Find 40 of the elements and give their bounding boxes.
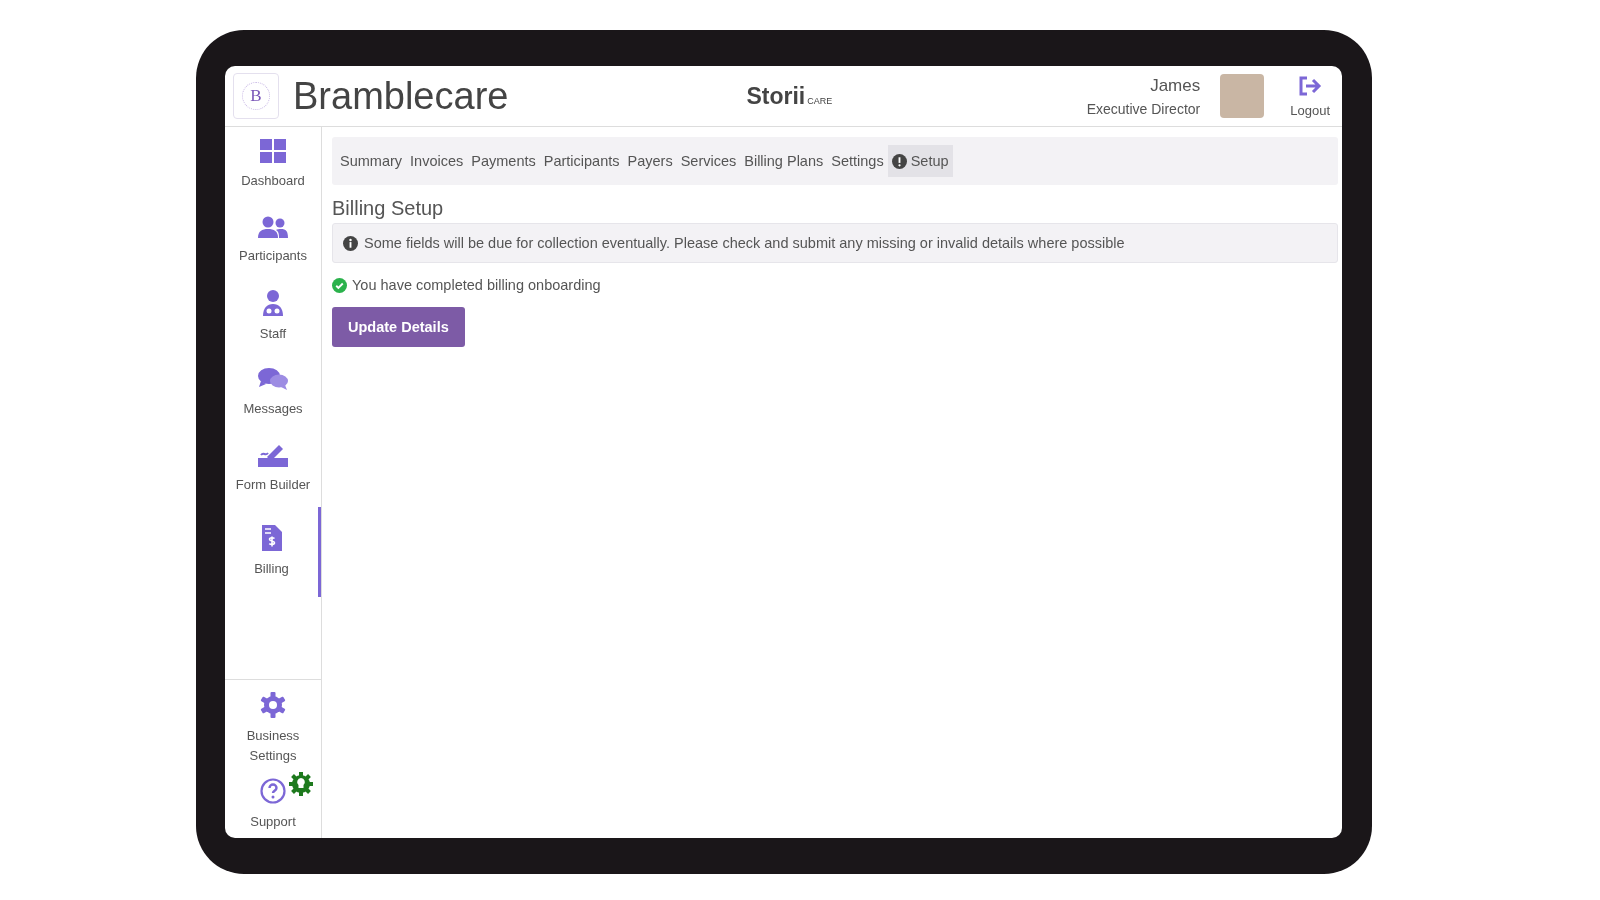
sidebar-item[interactable]: Messages xyxy=(225,355,321,431)
sidebar-item[interactable]: Business Settings xyxy=(225,686,321,772)
sidebar-item[interactable]: Staff xyxy=(225,279,321,355)
tab[interactable]: Services xyxy=(676,145,741,177)
grid-icon xyxy=(260,139,286,163)
tab[interactable]: Settings xyxy=(827,145,888,177)
update-details-button[interactable]: Update Details xyxy=(332,307,465,347)
pen-signature-icon xyxy=(257,443,289,467)
notice-text: Some fields will be due for collection eventually. Please check and submit any missing or invalid details where possible xyxy=(364,235,1125,251)
invoice-dollar-icon xyxy=(261,525,282,551)
brand-name: Storii xyxy=(746,82,806,110)
chat-bubbles-icon xyxy=(258,367,288,391)
tab[interactable]: Summary xyxy=(336,145,407,177)
info-icon xyxy=(343,235,358,251)
tab[interactable]: Participants xyxy=(539,145,624,177)
status-message: You have completed billing onboarding xyxy=(352,277,601,293)
lightbulb-gear-icon[interactable] xyxy=(289,772,313,796)
tab[interactable]: Billing Plans xyxy=(740,145,828,177)
alert-icon xyxy=(891,153,907,169)
help-icon xyxy=(260,778,286,804)
user-role: Executive Director xyxy=(1086,100,1201,117)
check-circle-icon xyxy=(332,277,347,293)
logout-icon xyxy=(1297,74,1324,97)
sidebar-item[interactable]: Billing xyxy=(225,507,321,597)
page-title: Billing Setup xyxy=(332,197,445,220)
tab[interactable]: Setup xyxy=(887,145,953,177)
sidebar-item[interactable]: Support xyxy=(225,772,321,838)
brand-suffix: CARE xyxy=(807,95,833,106)
tab[interactable]: Payments xyxy=(467,145,540,177)
logout-button[interactable]: Logout xyxy=(1286,74,1334,118)
people-icon xyxy=(258,216,288,238)
user-name: James xyxy=(1150,75,1201,96)
sidebar-item[interactable]: Form Builder xyxy=(225,431,321,507)
organization-name: Bramblecare xyxy=(293,74,509,118)
sidebar-item[interactable]: Dashboard xyxy=(225,127,321,203)
sidebar-item[interactable]: Participants xyxy=(225,203,321,279)
tab[interactable]: Payers xyxy=(623,145,677,177)
tab[interactable]: Invoices xyxy=(406,145,468,177)
settings-icon xyxy=(260,692,286,718)
staff-icon xyxy=(262,290,284,316)
